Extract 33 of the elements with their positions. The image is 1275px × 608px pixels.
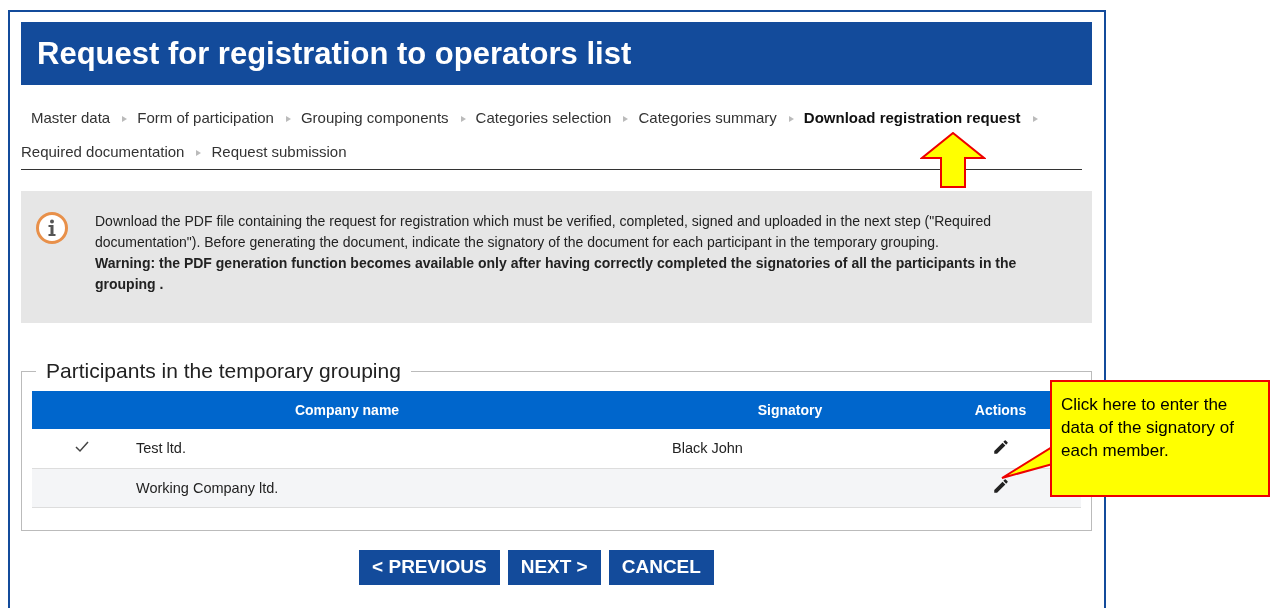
step-link[interactable]: Categories selection [475,109,612,126]
step-link[interactable]: Categories summary [638,109,777,126]
column-header: Signatory [757,402,823,418]
step-separator-icon [623,116,629,123]
column-header: Actions [974,402,1027,418]
warning-text: Warning: the PDF generation function becomes available only after having correctly completed the signatories of all the participants in the grouping . [95,254,1018,294]
nav-button[interactable]: CANCEL [608,549,714,585]
company-name: Working Company ltd. [136,479,279,496]
nav-button[interactable]: < PREVIOUS [359,549,500,585]
step-separator-icon [1032,116,1038,123]
step-link[interactable]: Download registration request [803,109,1021,126]
panel-legend: Participants in the temporary grouping [36,359,411,383]
step-separator-icon [460,116,466,123]
edit-icon[interactable] [991,477,1010,495]
step-separator-icon [285,116,291,123]
column-header: Company name [294,402,400,418]
nav-button[interactable]: NEXT > [507,549,601,585]
company-name: Test ltd. [136,440,186,457]
info-icon [35,211,69,245]
info-text: Download the PDF file containing the request for registration which must be verified, completed, signed and uploaded in the next step ("Required documentation"). Before generating the document, indicate the signatory of the document for each participant in the temporary grouping. [95,212,993,252]
step-link[interactable]: Master data [31,109,111,126]
step-link[interactable]: Grouping components [300,109,449,126]
callout-note: Click here to enter the data of the signatory of each member. [1050,380,1270,497]
step-separator-icon [196,150,202,157]
signatory-name: Black John [672,440,743,457]
step-link[interactable]: Form of participation [137,109,274,126]
step-separator-icon [788,116,794,123]
step-link[interactable]: Request submission [211,143,347,160]
arrow-drawing [920,132,986,188]
page-title: Request for registration to operators list [37,35,632,72]
step-link[interactable]: Required documentation [21,143,185,160]
edit-icon[interactable] [991,437,1010,456]
step-separator-icon [122,116,128,123]
